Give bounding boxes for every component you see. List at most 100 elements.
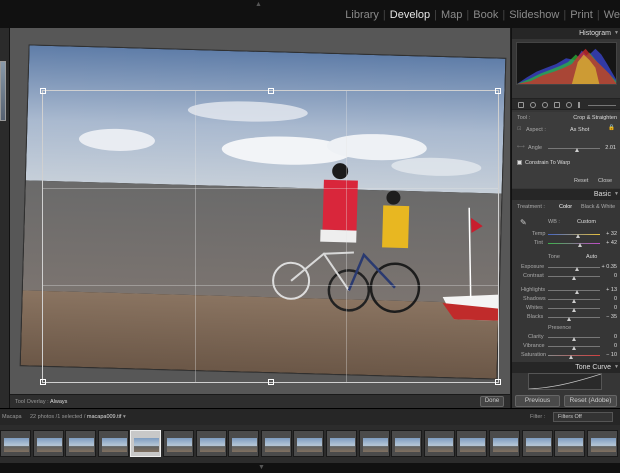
navigator-thumbnail[interactable] (0, 61, 6, 121)
highlights-slider-knob[interactable] (575, 290, 579, 294)
filmstrip-thumbnail[interactable] (423, 430, 455, 457)
tone-curve-header[interactable]: Tone Curve ▼ (512, 362, 620, 373)
red-eye-icon[interactable] (542, 102, 548, 108)
crop-handle-bottom-left[interactable] (40, 379, 46, 385)
brush-icon[interactable] (578, 102, 580, 108)
filmstrip-thumbnail[interactable] (358, 430, 390, 457)
tint-slider[interactable] (548, 243, 600, 244)
crop-tool-icon[interactable] (518, 102, 524, 108)
aspect-select[interactable]: As Shot (570, 127, 589, 133)
filter-select[interactable]: Filters Off (553, 412, 613, 422)
filmstrip-thumbnail[interactable] (32, 430, 64, 457)
module-print[interactable]: Print (570, 9, 593, 21)
vibrance-value[interactable]: 0 (614, 343, 617, 349)
filmstrip-thumbnail[interactable] (554, 430, 586, 457)
crop-handle-top[interactable] (267, 88, 274, 94)
filmstrip-thumbnail[interactable] (326, 430, 357, 457)
constrain-checkbox[interactable] (517, 160, 522, 165)
clarity-value[interactable]: 0 (614, 334, 617, 340)
contrast-slider-knob[interactable] (572, 276, 576, 280)
wb-select[interactable]: Custom (577, 219, 596, 225)
basic-header[interactable]: Basic ▼ (512, 189, 620, 200)
aspect-icon[interactable]: ⊡ (517, 126, 522, 132)
saturation-slider[interactable] (548, 355, 600, 356)
whites-value[interactable]: 0 (614, 305, 617, 311)
filmstrip-thumbnail[interactable] (0, 430, 31, 457)
blacks-slider[interactable] (548, 317, 600, 318)
treatment-color[interactable]: Color (559, 204, 572, 210)
highlights-value[interactable]: + 13 (606, 287, 617, 293)
collapse-triangle-icon[interactable]: ▼ (614, 362, 619, 373)
crop-reset-button[interactable]: Reset (574, 178, 588, 184)
exposure-value[interactable]: + 0.35 (602, 264, 617, 270)
temp-slider[interactable] (548, 234, 600, 235)
angle-slider-knob[interactable] (575, 148, 579, 152)
angle-slider[interactable] (548, 148, 600, 149)
blacks-value[interactable]: − 35 (606, 314, 617, 320)
histogram-header[interactable]: Histogram ▼ (512, 28, 620, 39)
module-slideshow[interactable]: Slideshow (509, 9, 559, 21)
shadows-slider-knob[interactable] (572, 299, 576, 303)
clarity-slider-knob[interactable] (572, 337, 576, 341)
spot-removal-icon[interactable] (530, 102, 536, 108)
filmstrip-thumbnail[interactable] (456, 430, 488, 457)
module-web[interactable]: We (604, 9, 620, 21)
filmstrip-thumbnail[interactable] (228, 430, 260, 457)
filmstrip-thumbnail[interactable] (163, 430, 194, 457)
selected-filename[interactable]: macapa009.tif (87, 414, 122, 420)
shadows-value[interactable]: 0 (614, 296, 617, 302)
saturation-slider-knob[interactable] (569, 355, 573, 359)
previous-button[interactable]: Previous (515, 395, 560, 407)
collapse-triangle-icon[interactable]: ▼ (614, 189, 619, 200)
photo-canvas[interactable] (10, 28, 510, 394)
crop-close-button[interactable]: Close (598, 178, 612, 184)
tint-value[interactable]: + 42 (606, 240, 617, 246)
filmstrip-thumbnail[interactable] (97, 430, 129, 457)
collapse-bottom-arrow-icon[interactable]: ▼ (258, 464, 265, 471)
exposure-slider-knob[interactable] (575, 267, 579, 271)
histogram-graph[interactable] (516, 42, 617, 85)
exposure-slider[interactable] (548, 267, 600, 268)
filmstrip-thumbnail[interactable] (391, 430, 423, 457)
graduated-filter-icon[interactable] (554, 102, 560, 108)
saturation-value[interactable]: − 10 (606, 352, 617, 358)
left-panel-collapsed[interactable] (0, 28, 10, 408)
crop-frame[interactable] (40, 88, 501, 385)
reset-button[interactable]: Reset (Adobe) (564, 395, 617, 407)
filmstrip-thumbnail[interactable] (521, 430, 553, 457)
temp-value[interactable]: + 32 (606, 231, 617, 237)
eyedropper-icon[interactable]: ✎ (520, 218, 527, 227)
filmstrip-thumbnail[interactable] (489, 430, 520, 457)
angle-value[interactable]: 2.01 (605, 145, 616, 151)
filmstrip-thumbnail[interactable] (130, 430, 162, 457)
tone-curve-graph[interactable] (528, 373, 602, 390)
collapse-triangle-icon[interactable]: ▼ (614, 28, 619, 39)
filmstrip-thumbnail[interactable] (65, 430, 97, 457)
vibrance-slider-knob[interactable] (572, 346, 576, 350)
filmstrip-thumbnail[interactable] (293, 430, 325, 457)
blacks-slider-knob[interactable] (567, 317, 571, 321)
module-library[interactable]: Library (345, 9, 379, 21)
brush-size-slider[interactable] (588, 105, 616, 106)
crop-handle-top-left[interactable] (40, 88, 46, 94)
crop-handle-bottom[interactable] (267, 379, 274, 385)
filmstrip-thumbnail[interactable] (195, 430, 227, 457)
module-map[interactable]: Map (441, 9, 462, 21)
radial-filter-icon[interactable] (566, 102, 572, 108)
tint-slider-knob[interactable] (578, 243, 582, 247)
folder-label[interactable]: Macapa (2, 414, 22, 420)
collapse-top-arrow-icon[interactable]: ▲ (255, 1, 262, 8)
contrast-value[interactable]: 0 (614, 273, 617, 279)
auto-tone-button[interactable]: Auto (586, 254, 597, 260)
straighten-tool-icon[interactable]: ⟷ (517, 144, 525, 150)
module-book[interactable]: Book (473, 9, 498, 21)
crop-handle-top-right[interactable] (495, 88, 501, 94)
module-develop[interactable]: Develop (390, 9, 430, 21)
crop-handle-bottom-right[interactable] (495, 379, 501, 385)
treatment-bw[interactable]: Black & White (581, 204, 615, 210)
filmstrip-thumbnail[interactable] (260, 430, 292, 457)
lock-icon[interactable]: 🔒 (608, 125, 615, 131)
done-button[interactable]: Done (480, 396, 504, 407)
highlights-slider[interactable] (548, 290, 600, 291)
filmstrip-thumbnail[interactable] (586, 430, 618, 457)
